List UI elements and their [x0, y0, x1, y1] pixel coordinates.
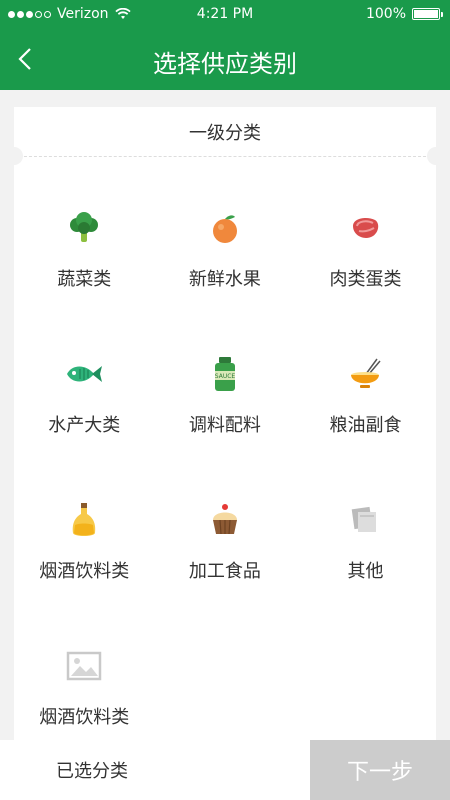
- category-label: 肉类蛋类: [329, 269, 402, 290]
- meat-icon: [344, 207, 386, 249]
- category-label: 水产大类: [48, 415, 121, 436]
- category-label: 蔬菜类: [57, 269, 112, 290]
- cupcake-icon: [204, 499, 246, 541]
- category-row: 蔬菜类 新鲜水果 肉类蛋类: [14, 187, 436, 333]
- battery-icon: [412, 8, 443, 20]
- bottom-bar: 已选分类 下一步: [0, 740, 450, 800]
- category-row: 烟酒饮料类 加工食品 其他: [14, 479, 436, 625]
- category-seasoning[interactable]: SAUCE 调料配料: [155, 333, 296, 479]
- card-notch-left: [5, 147, 23, 165]
- dashed-divider: [14, 156, 436, 157]
- category-label: 新鲜水果: [188, 269, 261, 290]
- category-label: 调料配料: [188, 415, 261, 436]
- selected-categories-button[interactable]: 已选分类: [0, 740, 310, 800]
- status-bar: Verizon 4:21 PM 100%: [0, 0, 450, 30]
- category-other[interactable]: 其他: [295, 479, 436, 625]
- category-grid: 蔬菜类 新鲜水果 肉类蛋类 水产大类 SAUCE 调料配料 粮油副食 烟酒饮料类…: [14, 187, 436, 771]
- nav-bar: 选择供应类别: [0, 30, 450, 90]
- category-label: 加工食品: [188, 561, 261, 582]
- card-notch-right: [427, 147, 445, 165]
- paper-stack-icon: [344, 499, 386, 541]
- category-card: 一级分类 蔬菜类 新鲜水果 肉类蛋类 水产大类 SAUCE 调料配料 粮油副食 …: [5, 107, 445, 740]
- category-fruit[interactable]: 新鲜水果: [155, 187, 296, 333]
- battery-percent: 100%: [365, 6, 406, 22]
- sauce-jar-icon: SAUCE: [204, 353, 246, 395]
- battery-info: 100%: [365, 6, 443, 22]
- noodle-bowl-icon: [344, 353, 386, 395]
- category-row: 水产大类 SAUCE 调料配料 粮油副食: [14, 333, 436, 479]
- category-label: 其他: [347, 561, 384, 582]
- image-placeholder-icon: [63, 645, 105, 687]
- page-title: 选择供应类别: [153, 50, 297, 78]
- category-processed-food[interactable]: 加工食品: [155, 479, 296, 625]
- category-label: 烟酒饮料类: [39, 561, 130, 582]
- category-label: 粮油副食: [329, 415, 402, 436]
- oil-bottle-icon: [63, 499, 105, 541]
- fish-icon: [63, 353, 105, 395]
- category-meat-eggs[interactable]: 肉类蛋类: [295, 187, 436, 333]
- orange-icon: [204, 207, 246, 249]
- category-vegetables[interactable]: 蔬菜类: [14, 187, 155, 333]
- svg-text:SAUCE: SAUCE: [215, 373, 236, 380]
- broccoli-icon: [63, 207, 105, 249]
- category-seafood[interactable]: 水产大类: [14, 333, 155, 479]
- category-tobacco-drinks[interactable]: 烟酒饮料类: [14, 479, 155, 625]
- section-header: 一级分类: [189, 123, 261, 144]
- header: Verizon 4:21 PM 100% 选择供应类别: [0, 0, 450, 90]
- next-step-button[interactable]: 下一步: [310, 740, 450, 800]
- category-label: 烟酒饮料类: [39, 707, 130, 728]
- category-grain-oil[interactable]: 粮油副食: [295, 333, 436, 479]
